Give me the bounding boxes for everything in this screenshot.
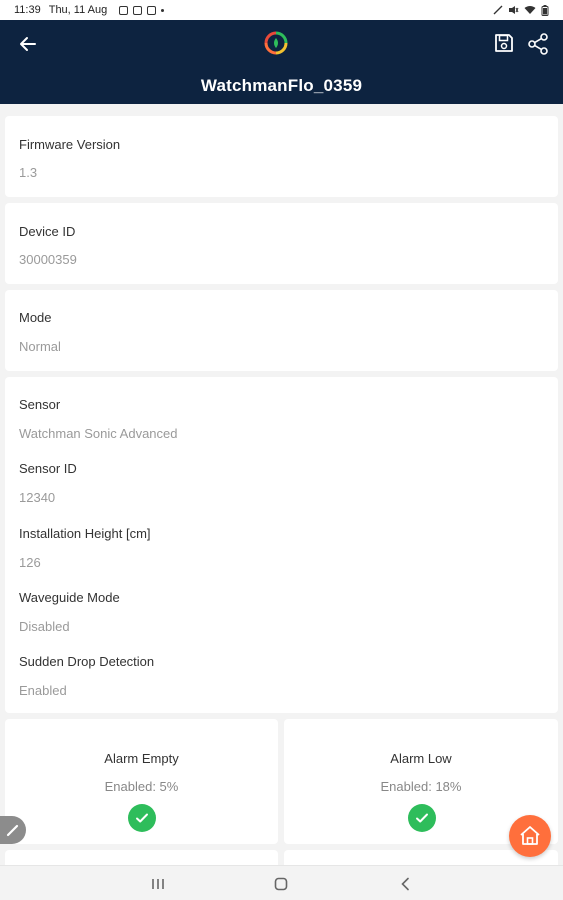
alarm-low-label: Alarm Low bbox=[390, 751, 452, 766]
sensor-value: Watchman Sonic Advanced bbox=[19, 426, 178, 441]
save-icon bbox=[495, 34, 513, 52]
firmware-label: Firmware Version bbox=[19, 137, 121, 152]
device-id-value: 30000359 bbox=[19, 252, 77, 267]
firmware-value: 1.3 bbox=[19, 165, 38, 180]
alarm-empty-label: Alarm Empty bbox=[104, 751, 179, 766]
home-button[interactable] bbox=[509, 815, 551, 857]
app-logo-icon bbox=[264, 31, 288, 55]
share-button[interactable] bbox=[526, 32, 550, 56]
back-nav-icon bbox=[401, 877, 409, 891]
message-notification-icon bbox=[133, 5, 143, 15]
back-nav-button[interactable] bbox=[394, 874, 416, 894]
sensor-id-value: 12340 bbox=[19, 490, 56, 505]
waveguide-mode-label: Waveguide Mode bbox=[19, 590, 120, 605]
recents-icon bbox=[152, 879, 164, 889]
sensor-card: Sensor Watchman Sonic Advanced Sensor ID… bbox=[5, 377, 558, 713]
battery-icon bbox=[541, 4, 549, 16]
sensor-id-label: Sensor ID bbox=[19, 461, 77, 476]
sudden-drop-value: Enabled bbox=[19, 683, 67, 698]
app-bar: WatchmanFlo_0359 bbox=[0, 20, 563, 104]
wifi-icon bbox=[524, 6, 536, 14]
pencil-icon bbox=[6, 824, 19, 837]
status-time: 11:39 bbox=[14, 4, 41, 16]
system-nav-bar bbox=[0, 865, 563, 900]
more-notifications-icon bbox=[161, 8, 165, 12]
alarm-empty-value: Enabled: 5% bbox=[104, 779, 179, 794]
waveguide-mode-value: Disabled bbox=[19, 619, 70, 634]
alarm-empty-status bbox=[128, 804, 156, 832]
alarm-low-value: Enabled: 18% bbox=[380, 779, 462, 794]
alarm-empty-card[interactable]: Alarm Empty Enabled: 5% bbox=[5, 719, 278, 844]
sudden-drop-label: Sudden Drop Detection bbox=[19, 654, 155, 669]
mode-value: Normal bbox=[19, 339, 61, 354]
mute-icon bbox=[509, 6, 519, 14]
alarm-status-icon bbox=[493, 5, 503, 15]
save-button[interactable] bbox=[493, 32, 515, 54]
check-icon bbox=[136, 813, 148, 823]
home-icon bbox=[520, 826, 540, 845]
notification-icons bbox=[119, 5, 165, 15]
share-icon bbox=[528, 33, 548, 55]
recents-button[interactable] bbox=[147, 874, 169, 894]
gallery-notification-icon bbox=[119, 5, 129, 15]
page-title: WatchmanFlo_0359 bbox=[200, 76, 363, 95]
installation-height-label: Installation Height [cm] bbox=[19, 526, 151, 541]
home-nav-button[interactable] bbox=[270, 874, 292, 894]
mode-label: Mode bbox=[19, 310, 52, 325]
mode-card: Mode Normal bbox=[5, 290, 558, 371]
home-nav-icon bbox=[274, 877, 288, 891]
app-notification-icon bbox=[147, 5, 157, 15]
alarm-low-status bbox=[408, 804, 436, 832]
device-id-label: Device ID bbox=[19, 224, 76, 239]
installation-height-value: 126 bbox=[19, 555, 41, 570]
check-icon bbox=[416, 813, 428, 823]
device-id-card: Device ID 30000359 bbox=[5, 203, 558, 284]
status-bar: 11:39 Thu, 11 Aug bbox=[0, 0, 563, 20]
sensor-label: Sensor bbox=[19, 397, 61, 412]
app-logo bbox=[263, 30, 289, 56]
firmware-card: Firmware Version 1.3 bbox=[5, 116, 558, 197]
status-date: Thu, 11 Aug bbox=[48, 4, 108, 16]
back-button[interactable] bbox=[16, 32, 40, 56]
back-arrow-icon bbox=[20, 37, 36, 51]
